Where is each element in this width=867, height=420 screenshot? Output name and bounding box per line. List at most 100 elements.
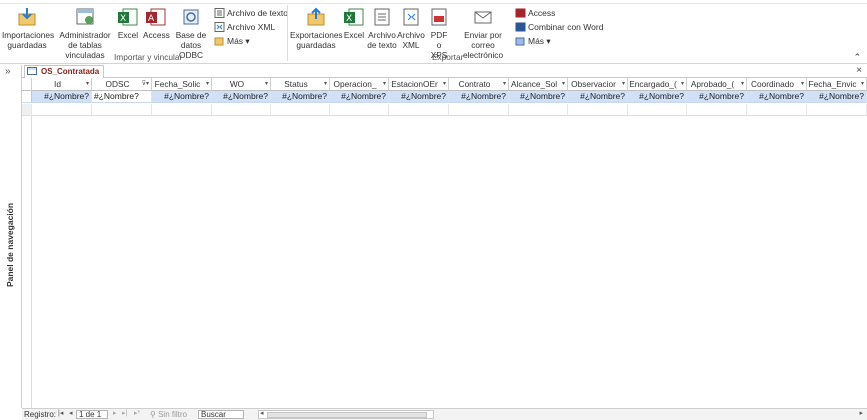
table-cell[interactable]: #¿Nombre?: [271, 91, 330, 103]
new-record-cell[interactable]: [747, 104, 807, 116]
column-header[interactable]: Coordinado ▾: [747, 78, 807, 91]
table-cell[interactable]: #¿Nombre?: [628, 91, 687, 103]
column-header[interactable]: Aprobado_(▾: [687, 78, 747, 91]
table-cell[interactable]: #¿Nombre?: [449, 91, 509, 103]
new-record-cell[interactable]: [92, 104, 152, 116]
import-excel-button[interactable]: X Excel: [117, 7, 139, 40]
next-record-icon[interactable]: ▸: [113, 409, 117, 417]
table-cell[interactable]: #¿Nombre?: [747, 91, 807, 103]
document-tab-os-contratada[interactable]: OS_Contratada: [24, 65, 105, 78]
export-xml-file-button[interactable]: Archivo XML: [397, 7, 425, 50]
table-cell[interactable]: #¿Nombre?: [807, 91, 867, 103]
import-xml-file-button[interactable]: Archivo XML: [214, 21, 275, 34]
scroll-left-icon[interactable]: ◂: [260, 409, 264, 417]
scrollbar-thumb[interactable]: [267, 412, 427, 418]
column-header[interactable]: Fecha_Solic ▾: [152, 78, 212, 91]
table-cell[interactable]: #¿Nombre?: [330, 91, 389, 103]
column-header[interactable]: EstacionOEr ▾: [389, 78, 449, 91]
column-header-label: Status: [284, 79, 308, 89]
filter-status-button[interactable]: ⚲ Sin filtro: [150, 409, 187, 420]
new-record-cell[interactable]: [32, 104, 92, 116]
column-header[interactable]: WO ▾: [212, 78, 271, 91]
table-cell[interactable]: #¿Nombre?: [389, 91, 449, 103]
linked-table-manager-button[interactable]: Administrador de tablas vinculadas: [54, 7, 116, 60]
new-record-cell[interactable]: [807, 104, 867, 116]
first-record-icon[interactable]: |◂: [58, 409, 63, 417]
column-filter-dropdown-icon[interactable]: ⊽▾: [142, 78, 149, 90]
close-document-icon[interactable]: ×: [856, 65, 862, 76]
column-filter-dropdown-icon[interactable]: ▾: [206, 78, 209, 90]
column-filter-dropdown-icon[interactable]: ▾: [681, 78, 684, 90]
table-cell[interactable]: #¿Nombre?: [152, 91, 212, 103]
saved-exports-button[interactable]: Exportaciones guardadas: [290, 7, 343, 50]
column-filter-dropdown-icon[interactable]: ▾: [801, 78, 804, 90]
table-cell[interactable]: #¿Nombre?: [92, 91, 152, 103]
column-header[interactable]: ODSC ⊽▾: [92, 78, 152, 91]
column-filter-dropdown-icon[interactable]: ▾: [443, 78, 446, 90]
table-cell[interactable]: #¿Nombre?: [32, 91, 92, 103]
export-excel-button[interactable]: X Excel: [343, 7, 365, 40]
chevron-down-icon: ▾: [243, 36, 250, 46]
column-header[interactable]: Id ▾: [32, 78, 92, 91]
column-header[interactable]: Operacion_ ▾: [330, 78, 389, 91]
column-header[interactable]: Contrato ▾: [449, 78, 509, 91]
new-record-cell[interactable]: [509, 104, 568, 116]
scroll-right-icon[interactable]: ▸: [859, 409, 863, 417]
column-header-label: Contrato: [458, 79, 491, 89]
table-cell[interactable]: #¿Nombre?: [568, 91, 628, 103]
table-cell[interactable]: #¿Nombre?: [509, 91, 568, 103]
column-header[interactable]: Encargado_(▾: [628, 78, 687, 91]
previous-record-icon[interactable]: ◂: [69, 409, 73, 417]
column-filter-dropdown-icon[interactable]: ▾: [383, 78, 386, 90]
export-text-file-button[interactable]: Archivo de texto: [367, 7, 397, 50]
nav-pane-toggle-icon[interactable]: »: [5, 66, 11, 77]
new-record-icon[interactable]: ▸*: [134, 409, 140, 417]
column-filter-dropdown-icon[interactable]: ▾: [861, 78, 864, 90]
column-header[interactable]: Status ▾: [271, 78, 330, 91]
ribbon-group-separator: [287, 5, 288, 61]
collapse-ribbon-icon[interactable]: ⌃: [853, 52, 861, 63]
table-cell[interactable]: #¿Nombre?: [212, 91, 271, 103]
datasheet-grid[interactable]: Id ▾ ODSC ⊽▾ Fecha_Solic ▾ WO ▾ Status ▾ Operacion…: [22, 78, 867, 408]
import-text-file-button[interactable]: Archivo de texto: [214, 7, 288, 20]
new-record-cell[interactable]: [628, 104, 687, 116]
new-record-cell[interactable]: [568, 104, 628, 116]
new-record-cell[interactable]: [212, 104, 271, 116]
export-word-merge-button[interactable]: Combinar con Word: [515, 21, 603, 34]
new-record-cell[interactable]: [330, 104, 389, 116]
horizontal-scrollbar[interactable]: [258, 410, 434, 419]
column-filter-dropdown-icon[interactable]: ▾: [622, 78, 625, 90]
select-all-corner[interactable]: [22, 78, 32, 91]
new-record-selector[interactable]: [22, 104, 32, 116]
column-filter-dropdown-icon[interactable]: ▾: [562, 78, 565, 90]
export-more-dropdown[interactable]: Más ▾: [515, 35, 551, 48]
saved-imports-button[interactable]: Importaciones guardadas: [2, 7, 54, 50]
column-filter-dropdown-icon[interactable]: ▾: [86, 78, 89, 90]
column-header[interactable]: Fecha_Envic ▾: [807, 78, 867, 91]
import-more-dropdown[interactable]: Más ▾: [214, 35, 250, 48]
new-record-cell[interactable]: [271, 104, 330, 116]
column-header-label: ODSC: [105, 79, 130, 89]
last-record-icon[interactable]: ▸|: [122, 409, 127, 417]
current-record-input[interactable]: 1 de 1: [76, 410, 108, 419]
column-filter-dropdown-icon[interactable]: ▾: [265, 78, 268, 90]
record-selector[interactable]: [22, 91, 32, 103]
column-filter-dropdown-icon[interactable]: ▾: [324, 78, 327, 90]
column-header[interactable]: Observacior ▾: [568, 78, 628, 91]
nav-pane-label[interactable]: Panel de navegación: [5, 195, 15, 295]
new-record-cell[interactable]: [687, 104, 747, 116]
search-input[interactable]: Buscar: [198, 410, 244, 419]
export-access-button[interactable]: Access: [515, 7, 555, 20]
column-filter-dropdown-icon[interactable]: ▾: [503, 78, 506, 90]
column-header[interactable]: Alcance_Sol ▾: [509, 78, 568, 91]
export-excel-label: Excel: [343, 30, 365, 40]
filter-status-label: Sin filtro: [158, 410, 187, 419]
new-record-cell[interactable]: [449, 104, 509, 116]
table-cell[interactable]: #¿Nombre?: [687, 91, 747, 103]
export-text-file-label: Archivo de texto: [367, 30, 397, 50]
column-header-label: Operacion_: [333, 79, 377, 89]
new-record-cell[interactable]: [152, 104, 212, 116]
new-record-cell[interactable]: [389, 104, 449, 116]
column-filter-dropdown-icon[interactable]: ▾: [741, 78, 744, 90]
import-access-button[interactable]: A Access: [143, 7, 170, 40]
